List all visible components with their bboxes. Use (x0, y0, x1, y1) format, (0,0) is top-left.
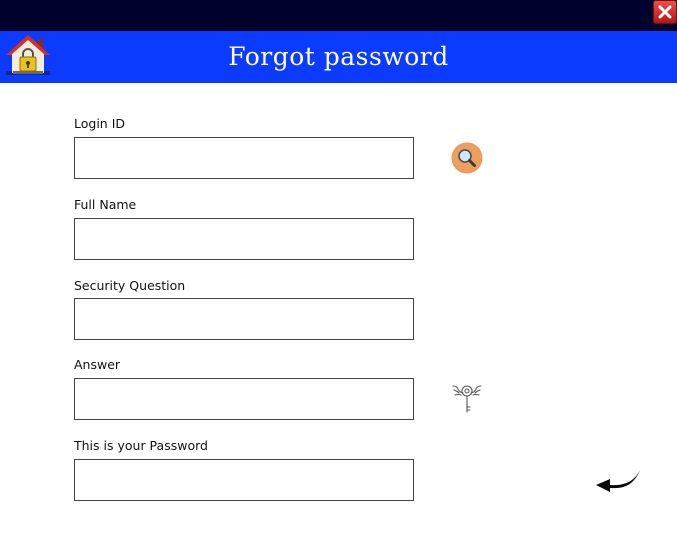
login-id-label: Login ID (74, 116, 126, 131)
full-name-input[interactable] (74, 218, 414, 260)
password-output-field[interactable] (74, 459, 414, 501)
window-titlebar (0, 0, 677, 31)
answer-input[interactable] (74, 378, 414, 420)
key-icon (452, 385, 482, 413)
login-id-input[interactable] (74, 137, 414, 179)
page-title: Forgot password (228, 42, 449, 71)
full-name-label: Full Name (74, 197, 137, 212)
close-icon (658, 5, 672, 19)
security-question-label: Security Question (74, 278, 186, 293)
home-button[interactable] (4, 33, 52, 79)
password-label: This is your Password (74, 438, 208, 453)
security-question-input[interactable] (74, 298, 414, 340)
retrieve-password-button[interactable] (451, 383, 483, 415)
page-header: Forgot password (0, 31, 677, 83)
answer-label: Answer (74, 357, 121, 372)
close-button[interactable] (653, 0, 677, 24)
search-icon (451, 142, 483, 174)
home-lock-icon (6, 35, 50, 75)
search-button[interactable] (451, 142, 483, 174)
back-arrow-icon (596, 470, 640, 492)
back-button[interactable] (594, 466, 642, 502)
